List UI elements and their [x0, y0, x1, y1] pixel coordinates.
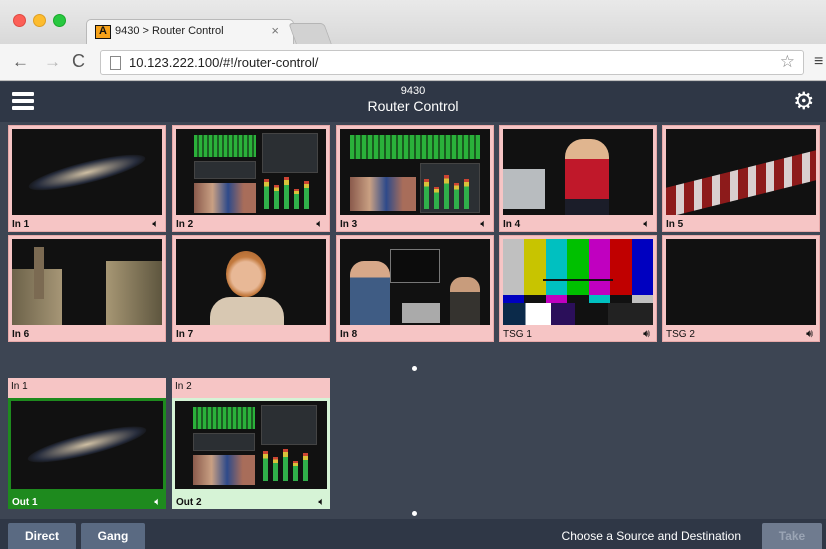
- destination-thumbnail: [175, 401, 327, 489]
- source-label: In 5: [666, 219, 684, 230]
- source-tile-in-8[interactable]: In 8: [336, 235, 494, 342]
- browser-titlebar: 9430 > Router Control ×: [0, 0, 826, 44]
- destination-label: Out 1: [12, 497, 38, 508]
- new-tab-button[interactable]: [288, 23, 332, 44]
- bookmark-star-icon[interactable]: ☆: [780, 52, 795, 72]
- tab-close-icon[interactable]: ×: [271, 23, 279, 38]
- page-icon: [110, 56, 121, 70]
- source-label: TSG 2: [666, 329, 695, 340]
- source-label: In 7: [176, 329, 194, 340]
- sources-page-indicator[interactable]: [412, 366, 417, 371]
- speaker-icon: 🔈︎: [318, 496, 325, 508]
- source-label: In 6: [12, 329, 30, 340]
- browser-navbar: ← → C 10.123.222.100/#!/router-control/ …: [0, 44, 826, 81]
- tab-title: 9430 > Router Control: [115, 25, 224, 37]
- destination-tile-out-2[interactable]: In 2 Out 2 🔈︎: [172, 378, 330, 509]
- current-source-label: In 2: [175, 381, 192, 392]
- reload-icon[interactable]: C: [72, 51, 85, 72]
- current-source-bar: In 1: [8, 378, 166, 398]
- page-title: Router Control: [367, 98, 459, 114]
- gang-mode-button[interactable]: Gang: [81, 523, 145, 549]
- speaker-icon: 🔈︎: [480, 218, 487, 230]
- status-message: Choose a Source and Destination: [561, 529, 741, 543]
- destination-label: Out 2: [176, 497, 202, 508]
- app-header: 9430 Router Control ⚙: [0, 82, 826, 122]
- browser-menu-icon[interactable]: ≡: [814, 53, 823, 71]
- source-thumbnail: [503, 129, 653, 217]
- source-tile-in-4[interactable]: In 4 🔈︎: [499, 125, 657, 232]
- source-tile-in-6[interactable]: In 6: [8, 235, 166, 342]
- source-label: In 4: [503, 219, 521, 230]
- destination-frame: Out 1 🔈︎: [8, 398, 166, 509]
- speaker-icon: 🔊︎: [643, 328, 650, 340]
- source-tile-in-2[interactable]: In 2 🔈︎: [172, 125, 330, 232]
- destinations-grid: In 1 Out 1 🔈︎ In 2 Out 2 🔈︎: [0, 374, 826, 519]
- take-button[interactable]: Take: [762, 523, 822, 549]
- source-thumbnail: [176, 239, 326, 327]
- source-thumbnail: [340, 129, 490, 217]
- source-thumbnail: [340, 239, 490, 327]
- source-thumbnail: [666, 239, 816, 327]
- source-tile-tsg-1[interactable]: TSG 1 🔊︎: [499, 235, 657, 342]
- back-icon[interactable]: ←: [12, 52, 29, 72]
- direct-mode-button[interactable]: Direct: [8, 523, 76, 549]
- forward-icon[interactable]: →: [44, 52, 61, 72]
- favicon-icon: [95, 25, 111, 39]
- speaker-icon: 🔈︎: [643, 218, 650, 230]
- device-name: 9430: [400, 85, 426, 97]
- browser-tab[interactable]: 9430 > Router Control ×: [86, 19, 294, 44]
- zoom-window-button[interactable]: [53, 14, 66, 27]
- speaker-icon: 🔈︎: [154, 496, 161, 508]
- url-text[interactable]: 10.123.222.100/#!/router-control/: [129, 55, 318, 70]
- speaker-icon: 🔊︎: [806, 328, 813, 340]
- source-tile-in-3[interactable]: In 3 🔈︎: [336, 125, 494, 232]
- source-tile-in-5[interactable]: In 5: [662, 125, 820, 232]
- source-tile-in-7[interactable]: In 7: [172, 235, 330, 342]
- close-window-button[interactable]: [13, 14, 26, 27]
- speaker-icon: 🔈︎: [316, 218, 323, 230]
- address-bar[interactable]: 10.123.222.100/#!/router-control/ ☆: [100, 50, 804, 75]
- current-source-label: In 1: [11, 381, 28, 392]
- source-label: In 1: [12, 219, 30, 230]
- settings-gear-icon[interactable]: ⚙: [793, 87, 815, 116]
- current-source-bar: In 2: [172, 378, 330, 398]
- bottom-toolbar: Direct Gang Choose a Source and Destinat…: [0, 519, 826, 549]
- source-tile-in-1[interactable]: In 1 🔈︎: [8, 125, 166, 232]
- source-label: TSG 1: [503, 329, 532, 340]
- minimize-window-button[interactable]: [33, 14, 46, 27]
- destination-frame: Out 2 🔈︎: [172, 398, 330, 509]
- source-label: In 2: [176, 219, 194, 230]
- source-thumbnail: [666, 129, 816, 217]
- destinations-page-indicator[interactable]: [412, 511, 417, 516]
- source-tile-tsg-2[interactable]: TSG 2 🔊︎: [662, 235, 820, 342]
- source-thumbnail: [12, 129, 162, 217]
- source-thumbnail: [12, 239, 162, 327]
- source-label: In 8: [340, 329, 358, 340]
- speaker-icon: 🔈︎: [152, 218, 159, 230]
- source-label: In 3: [340, 219, 358, 230]
- sources-grid: In 1 🔈︎ In 2 🔈︎ In 3 🔈︎ In 4 🔈︎ In 5 In …: [0, 122, 826, 374]
- destination-thumbnail: [11, 401, 163, 489]
- source-thumbnail: [176, 129, 326, 217]
- source-thumbnail: [503, 239, 653, 327]
- destination-tile-out-1[interactable]: In 1 Out 1 🔈︎: [8, 378, 166, 509]
